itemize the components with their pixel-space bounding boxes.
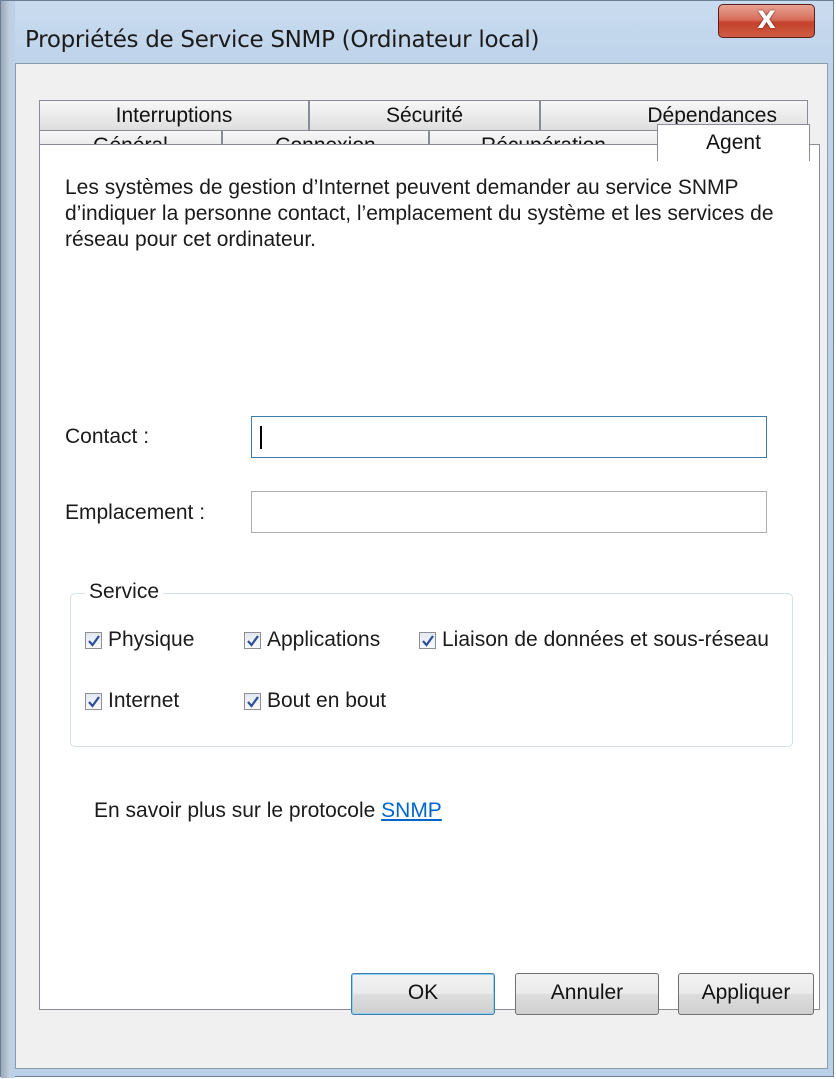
window-title: Propriétés de Service SNMP (Ordinateur l… — [25, 27, 540, 53]
checkbox-label: Bout en bout — [267, 689, 387, 712]
checkbox-applications[interactable]: Applications — [244, 628, 380, 652]
checkbox-box[interactable] — [85, 631, 102, 649]
tab-panel-agent: Les systèmes de gestion d’Internet peuve… — [39, 144, 820, 1010]
close-button[interactable]: X — [718, 4, 815, 38]
tab-securite[interactable]: Sécurité — [309, 100, 540, 130]
tab-label: Agent — [706, 131, 761, 154]
location-label: Emplacement : — [65, 501, 206, 524]
tab-label: Sécurité — [385, 104, 464, 127]
text-caret — [260, 426, 262, 449]
dialog-client-area: Interruptions Sécurité Dépendances Génér… — [15, 63, 828, 1069]
checkbox-box[interactable] — [85, 692, 102, 710]
apply-button[interactable]: Appliquer — [678, 973, 814, 1015]
info-text: En savoir plus sur le protocole — [94, 799, 382, 822]
checkbox-physique[interactable]: Physique — [85, 628, 194, 652]
tab-interruptions[interactable]: Interruptions — [39, 100, 309, 130]
location-input[interactable] — [251, 491, 767, 533]
title-bar[interactable]: Propriétés de Service SNMP (Ordinateur l… — [1, 1, 833, 63]
tab-agent[interactable]: Agent — [657, 124, 810, 161]
properties-dialog: Propriétés de Service SNMP (Ordinateur l… — [0, 0, 834, 1078]
ok-button[interactable]: OK — [351, 973, 495, 1015]
checkbox-bout-en-bout[interactable]: Bout en bout — [244, 689, 386, 713]
checkmark-icon — [247, 695, 259, 708]
checkmark-icon — [422, 634, 434, 647]
checkbox-liaison[interactable]: Liaison de données et sous-réseau — [419, 628, 769, 652]
checkbox-label: Internet — [108, 689, 180, 712]
checkbox-label: Applications — [267, 628, 381, 651]
checkmark-icon — [247, 634, 259, 647]
checkbox-label: Physique — [108, 628, 195, 651]
snmp-link[interactable]: SNMP — [381, 799, 442, 822]
snmp-info-text: En savoir plus sur le protocole SNMP — [94, 799, 442, 823]
service-group: Service Physique Applications Liaison de… — [70, 580, 793, 747]
contact-input[interactable] — [251, 416, 767, 458]
checkmark-icon — [88, 695, 100, 708]
window-frame-left — [1, 1, 15, 1078]
checkmark-icon — [88, 634, 100, 647]
checkbox-internet[interactable]: Internet — [85, 689, 179, 713]
agent-description: Les systèmes de gestion d’Internet peuve… — [65, 176, 774, 251]
checkbox-box[interactable] — [419, 631, 436, 649]
checkbox-label: Liaison de données et sous-réseau — [442, 628, 769, 651]
service-group-label: Service — [85, 580, 164, 604]
tab-label: Interruptions — [115, 104, 233, 127]
cancel-button[interactable]: Annuler — [515, 973, 659, 1015]
checkbox-box[interactable] — [244, 692, 261, 710]
contact-label: Contact : — [65, 425, 150, 448]
close-icon: X — [757, 6, 776, 34]
checkbox-box[interactable] — [244, 631, 261, 649]
